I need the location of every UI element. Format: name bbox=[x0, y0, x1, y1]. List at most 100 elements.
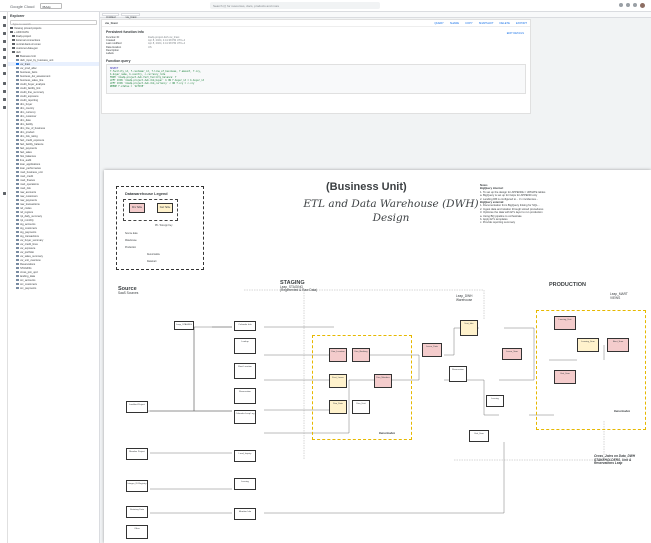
legend-warehouse: Warehouse bbox=[125, 240, 137, 242]
edit-details-link[interactable]: EDIT DETAILS bbox=[507, 32, 524, 35]
explorer-tree-label: vw_buyer_summary bbox=[20, 238, 44, 242]
table-icon bbox=[16, 166, 19, 170]
table-icon bbox=[16, 194, 19, 198]
source-node: Landlord Project bbox=[126, 401, 148, 413]
tab-untitled[interactable]: Untitled bbox=[102, 13, 120, 19]
explorer-tree-label: src_payments bbox=[20, 286, 37, 290]
detail-actions: QUERY SHARE COPY SNAPSHOT DELETE EXPORT bbox=[434, 22, 527, 25]
table-icon bbox=[16, 154, 19, 158]
settings-icon[interactable] bbox=[2, 72, 6, 75]
schedule-icon[interactable] bbox=[2, 48, 6, 51]
staging-heading: STAGING Leap_STAGING (Regimented & Raw D… bbox=[280, 280, 318, 293]
notification-icon[interactable] bbox=[619, 3, 623, 7]
explorer-tree-label: dim_product bbox=[20, 130, 35, 134]
avatar[interactable] bbox=[640, 3, 645, 8]
table-icon bbox=[12, 38, 15, 42]
explorer-tree-label: vw_fcast bbox=[20, 62, 31, 66]
export-button[interactable]: EXPORT bbox=[516, 22, 527, 25]
staging-node: Lead_Inquiry bbox=[234, 450, 256, 462]
table-icon bbox=[16, 130, 19, 134]
explorer-tree-label: dim_buyer bbox=[20, 102, 33, 106]
mart-node: Leasing_Unit bbox=[554, 316, 576, 330]
history-icon[interactable] bbox=[2, 40, 6, 43]
query-button[interactable]: QUERY bbox=[434, 22, 444, 25]
query-line: WHERE f.status = 'ACTIVE' bbox=[110, 84, 145, 88]
explorer-tree-label: fact_sales bbox=[20, 150, 32, 154]
search-input[interactable]: Search (/) for resources, docs, products… bbox=[210, 2, 380, 9]
table-icon bbox=[16, 138, 19, 142]
table-icon bbox=[16, 102, 19, 106]
table-icon bbox=[16, 66, 19, 70]
explorer-tree-label: loan_performance bbox=[20, 166, 42, 170]
production-node: Leasing bbox=[486, 395, 504, 407]
explorer-tree-label: stg_customers bbox=[20, 226, 37, 230]
explorer-tree-label: credit_exposure bbox=[20, 94, 39, 98]
explorer-tree-label: fact_credit_exposure bbox=[20, 138, 45, 142]
table-icon bbox=[16, 190, 19, 194]
info-value: Apr 8, 2024, 4:41:38 PM UTC+4 bbox=[148, 42, 186, 46]
explorer-tree-label: mart_credit bbox=[20, 174, 34, 178]
link-icon[interactable] bbox=[2, 106, 6, 109]
legend-source: Source data bbox=[125, 233, 138, 235]
explorer-tree-label: stg_transactions bbox=[20, 234, 39, 238]
staging-node: Member Info bbox=[234, 508, 256, 520]
staging-node: Calendar Leap Log bbox=[234, 410, 256, 424]
explorer-tree-label: STAGING bbox=[20, 266, 32, 270]
explorer-tree-label: business_dw_assessment bbox=[20, 74, 51, 78]
table-icon bbox=[16, 202, 19, 206]
copy-button[interactable]: COPY bbox=[465, 22, 473, 25]
table-icon bbox=[16, 282, 19, 286]
dataform-icon[interactable] bbox=[2, 64, 6, 67]
help-icon[interactable] bbox=[626, 3, 630, 7]
explorer-tree-label: dim_customer bbox=[20, 114, 37, 118]
table-icon bbox=[16, 118, 19, 122]
chart-icon[interactable] bbox=[2, 90, 6, 93]
analytics-icon[interactable] bbox=[2, 82, 6, 85]
explorer-tree-label: src_customers bbox=[20, 282, 37, 286]
search-icon[interactable] bbox=[2, 24, 6, 27]
dwh-node: Fact_Lease bbox=[329, 374, 347, 388]
explorer-tree-label: vw_unit_overview bbox=[20, 258, 41, 262]
query-section-title: Function query bbox=[106, 58, 131, 63]
explorer-search-input[interactable]: Type to search bbox=[10, 20, 97, 26]
table-icon bbox=[16, 222, 19, 226]
workflow-icon[interactable] bbox=[2, 98, 6, 101]
explorer-tree-label: Reservations bbox=[20, 262, 36, 266]
snapshot-button[interactable]: SNAPSHOT bbox=[479, 22, 494, 25]
explorer-tree-label: central-bank-of-oman bbox=[16, 42, 41, 46]
table-icon bbox=[16, 58, 19, 62]
source-node: Statutory Data bbox=[126, 506, 148, 518]
table-icon bbox=[10, 30, 13, 34]
menu-icon[interactable] bbox=[2, 16, 6, 19]
explorer-tree-item[interactable]: src_payments bbox=[8, 286, 99, 290]
explorer-tree-label: rpt_monthly bbox=[20, 218, 34, 222]
explorer-tree-label: ref_codes bbox=[20, 206, 32, 210]
explorer-tree-label: raw_payments bbox=[20, 198, 37, 202]
staging-node: Leasing bbox=[234, 478, 256, 490]
explorer-tree-label: dim_line_of_business bbox=[20, 126, 46, 130]
table-icon bbox=[16, 274, 19, 278]
transfer-icon[interactable] bbox=[2, 56, 6, 59]
table-icon bbox=[16, 70, 19, 74]
info-value: US bbox=[148, 45, 152, 49]
etl-diagram: (Business Unit) ETL and Data Warehouse (… bbox=[104, 170, 651, 543]
explorer-icon[interactable] bbox=[2, 32, 6, 35]
explorer-tree-label: dwh bbox=[16, 50, 21, 54]
table-icon bbox=[12, 50, 15, 54]
explorer-tree-label: mart_business_unit bbox=[20, 170, 43, 174]
info-list: Function ID ibadp-project.dwh.vw_fcast Cre… bbox=[102, 36, 530, 56]
delete-button[interactable]: DELETE bbox=[500, 22, 510, 25]
more-icon[interactable] bbox=[633, 3, 637, 7]
explorer-tree-label: fact_payments bbox=[20, 146, 37, 150]
tab-view[interactable]: vw_fcast bbox=[121, 13, 141, 19]
table-icon bbox=[16, 238, 19, 242]
table-icon bbox=[16, 162, 19, 166]
project-selector[interactable]: IBAdp bbox=[40, 2, 62, 9]
collapse-icon[interactable] bbox=[2, 192, 6, 195]
legend-box: Datawarehouse Legend Dim Table Fact Tabl… bbox=[116, 186, 204, 270]
explorer-tree-label: customer-data-gen bbox=[16, 46, 38, 50]
staging-node: Reservation bbox=[234, 388, 256, 404]
table-icon bbox=[16, 54, 19, 58]
share-button[interactable]: SHARE bbox=[450, 22, 459, 25]
production-node: Reservation bbox=[449, 366, 467, 382]
